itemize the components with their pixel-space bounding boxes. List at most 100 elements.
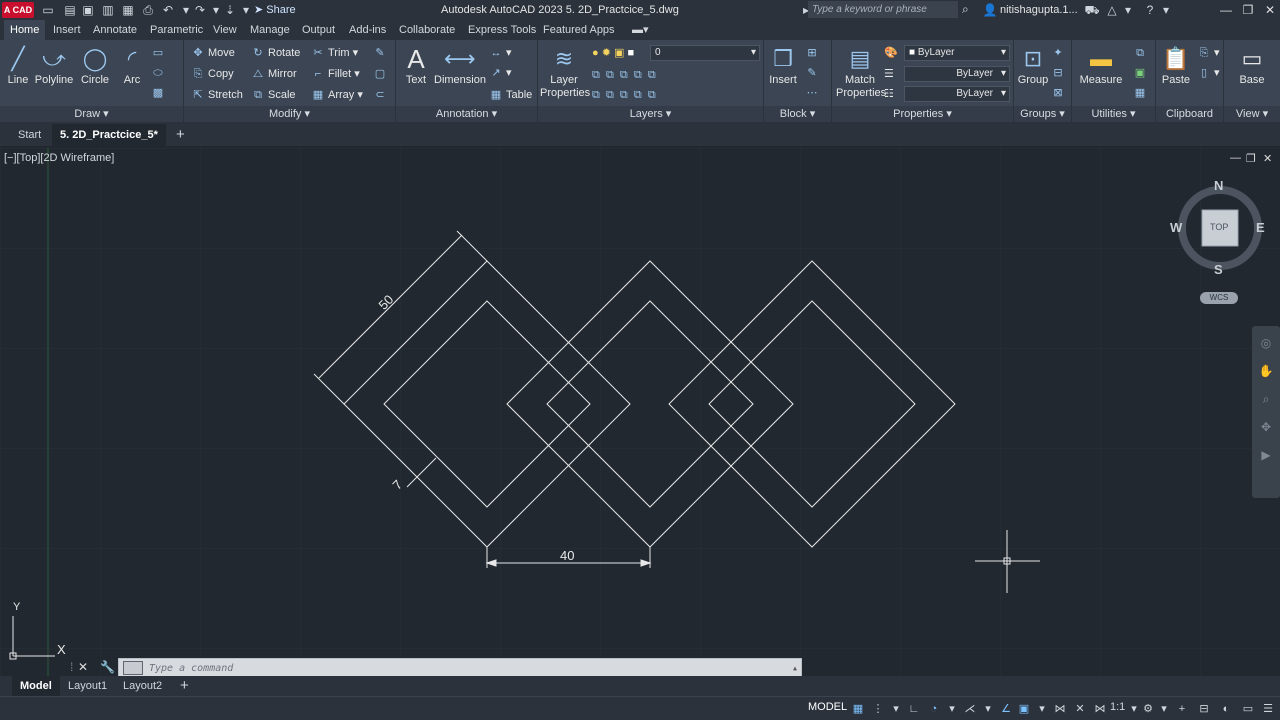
dimension-40-text[interactable]: 40 [560, 548, 574, 563]
edit-block-button[interactable]: ✎ [804, 64, 822, 82]
group-button[interactable]: ⊡ Group [1016, 44, 1050, 86]
lineweight-dropdown[interactable]: ByLayer ▾ [904, 66, 1010, 82]
tab-layout1[interactable]: Layout1 [60, 676, 115, 696]
plus-icon[interactable]: + [1174, 701, 1190, 717]
drawing-canvas[interactable]: 50 7 40 Y X [0, 148, 1280, 676]
grid-icon[interactable]: ▦ [850, 701, 866, 717]
layer-tools-row1[interactable]: ⧉ ⧉ ⧉ ⧉ ⧉ [592, 66, 656, 84]
viewport-controls[interactable]: [−][Top][2D Wireframe] [4, 152, 114, 164]
text-button[interactable]: A Text [400, 44, 432, 86]
clipboard-panel-label[interactable]: Clipboard [1156, 106, 1223, 122]
quick-select-button[interactable]: ⧉ [1132, 44, 1150, 62]
utilities-panel-label[interactable]: Utilities ▾ [1072, 106, 1155, 122]
cut-clip-button[interactable]: ▯ ▾ [1196, 64, 1220, 82]
open-folder-icon[interactable]: ▤ [62, 2, 78, 18]
ortho-icon[interactable]: ∟ [906, 701, 922, 717]
layer-tools-row2[interactable]: ⧉ ⧉ ⧉ ⧉ ⧉ [592, 86, 656, 104]
isodraft-icon[interactable]: ⋌ [962, 701, 978, 717]
dimension-button[interactable]: ⟷ Dimension [434, 44, 486, 86]
polyline-button[interactable]: ⤻ Polyline [34, 44, 74, 86]
clean-screen-icon[interactable]: ▭ [1240, 701, 1256, 717]
layers-panel-label[interactable]: Layers ▾ [538, 106, 763, 122]
linear-dim-button[interactable]: ↔ ▾ [488, 44, 512, 62]
orbit-icon[interactable]: ✥ [1252, 416, 1280, 438]
model-space-toggle[interactable]: MODEL [808, 701, 847, 713]
command-close-icon[interactable]: ✕ [78, 660, 88, 674]
workspace-gear-icon[interactable]: ⚙ [1140, 701, 1156, 717]
stretch-button[interactable]: ⇱ Stretch [190, 86, 242, 104]
group-select-button[interactable]: ⊠ [1050, 84, 1068, 102]
rotate-button[interactable]: ↻ Rotate [250, 44, 300, 62]
calculator-button[interactable]: ▦ [1132, 84, 1150, 102]
copy-clip-button[interactable]: ⎘ ▾ [1196, 44, 1220, 62]
hardware-acceleration-icon[interactable]: ◐ [1218, 701, 1234, 717]
drawing-viewport[interactable]: 50 7 40 Y X [−][Top][2D Wireframe] — ❐ ✕… [0, 148, 1280, 676]
copy-button[interactable]: ⎘ Copy [190, 65, 234, 83]
redo-icon[interactable]: ↷ [192, 2, 208, 18]
tab-view[interactable]: View [207, 20, 243, 40]
isolate-objects-icon[interactable]: ⊟ [1196, 701, 1212, 717]
ribbon-options-icon[interactable]: ▬▾ [626, 20, 655, 40]
polar-dropdown-icon[interactable]: ▾ [944, 701, 960, 717]
compass-east[interactable]: E [1256, 220, 1265, 235]
command-input[interactable]: Type a command ▴ [118, 658, 802, 678]
trim-button[interactable]: ✂ Trim ▾ [310, 44, 358, 62]
table-button[interactable]: ▦ Table [488, 86, 533, 104]
draw-panel-label[interactable]: Draw ▾ [0, 106, 183, 122]
group-edit-button[interactable]: ⊟ [1050, 64, 1068, 82]
leader-button[interactable]: ↗ ▾ [488, 64, 511, 82]
select-all-button[interactable]: ▣ [1132, 64, 1150, 82]
tab-featured-apps[interactable]: Featured Apps [537, 20, 621, 40]
create-block-button[interactable]: ⊞ [804, 44, 822, 62]
snap-icon[interactable]: ⋮ [870, 701, 886, 717]
annotation-scale-icon[interactable]: ⋈ [1092, 701, 1108, 717]
tab-output[interactable]: Output [296, 20, 341, 40]
viewcube-top-face[interactable]: TOP [1210, 222, 1228, 232]
offset-button[interactable]: ⊂ [372, 86, 390, 104]
compass-north[interactable]: N [1214, 178, 1223, 193]
annotation-visibility-icon[interactable]: ⋈ [1052, 701, 1068, 717]
hatch-button[interactable]: ▩ [150, 84, 168, 102]
tab-parametric[interactable]: Parametric [144, 20, 209, 40]
tab-manage[interactable]: Manage [244, 20, 296, 40]
tab-start[interactable]: Start [10, 124, 49, 146]
color-dropdown[interactable]: ■ ByLayer ▾ [904, 45, 1010, 61]
minimize-icon[interactable]: — [1216, 1, 1236, 19]
arc-button[interactable]: ◜ Arc [116, 44, 148, 86]
paste-button[interactable]: 📋 Paste [1158, 44, 1194, 86]
tab-annotate[interactable]: Annotate [87, 20, 143, 40]
insert-button[interactable]: ❒ Insert [766, 44, 800, 86]
pan-hand-icon[interactable]: ✋ [1252, 360, 1280, 382]
block-panel-label[interactable]: Block ▾ [764, 106, 831, 122]
close-icon[interactable]: ✕ [1260, 1, 1280, 19]
linetype-dropdown[interactable]: ByLayer ▾ [904, 86, 1010, 102]
wcs-menu[interactable]: WCS [1200, 292, 1238, 304]
rectangle-button[interactable]: ▭ [150, 44, 168, 62]
line-button[interactable]: ╱ Line [2, 44, 34, 86]
properties-panel-label[interactable]: Properties ▾ [832, 106, 1013, 122]
zoom-extents-icon[interactable]: ⌕ [1252, 388, 1280, 410]
tab-add-ins[interactable]: Add-ins [343, 20, 392, 40]
customize-qat-icon[interactable]: ▾ [238, 2, 254, 18]
autocad-logo[interactable]: A CAD [2, 2, 34, 18]
scale-button[interactable]: ⧉ Scale [250, 86, 295, 104]
explode-button[interactable]: ▢ [372, 65, 390, 83]
showmotion-icon[interactable]: ▶ [1252, 444, 1280, 466]
auto-scale-icon[interactable]: ✕ [1072, 701, 1088, 717]
object-snap-icon[interactable]: ▣ [1016, 701, 1032, 717]
maximize-icon[interactable]: ❐ [1238, 1, 1258, 19]
groups-panel-label[interactable]: Groups ▾ [1014, 106, 1071, 122]
fillet-button[interactable]: ⌐ Fillet ▾ [310, 65, 360, 83]
array-button[interactable]: ▦ Array ▾ [310, 86, 363, 104]
attribute-button[interactable]: ⋯ [804, 84, 822, 102]
search-icon[interactable]: ⌕ [962, 2, 969, 17]
steering-wheel-icon[interactable]: ◎ [1252, 332, 1280, 354]
autodesk-app-icon[interactable]: △ [1104, 2, 1120, 18]
viewcube[interactable]: N S E W TOP [1170, 178, 1266, 277]
isodraft-dropdown-icon[interactable]: ▾ [980, 701, 996, 717]
command-prompt-icon[interactable] [123, 661, 143, 675]
layer-dropdown[interactable]: 0 ▾ [650, 45, 760, 61]
workspace-dropdown-icon[interactable]: ▾ [1156, 701, 1172, 717]
new-tab-plus-icon[interactable]: + [168, 124, 193, 146]
tab-express-tools[interactable]: Express Tools [462, 20, 542, 40]
